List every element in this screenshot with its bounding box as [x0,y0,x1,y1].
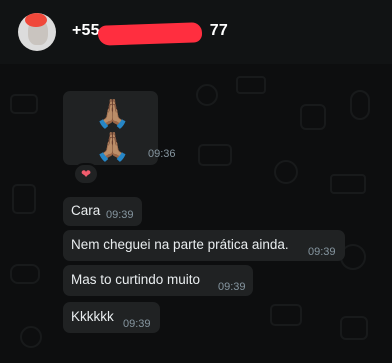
message-bubble[interactable]: Nem cheguei na parte prática ainda. 09:3… [63,230,345,261]
message-bubble-emoji[interactable]: 🙏🏽🙏🏽 09:36 [63,91,176,165]
contact-avatar[interactable] [18,13,56,51]
name-redaction [97,22,203,46]
message-bubble[interactable]: Kkkkkk 09:39 [63,302,160,333]
doodle-shape [196,84,218,106]
doodle-shape [274,160,298,184]
message-time: 09:39 [218,281,246,293]
avatar-redaction [25,13,47,27]
heart-reaction[interactable]: ❤ [73,163,99,185]
contact-name-start: +55 [72,22,100,39]
message-bubble[interactable]: Cara 09:39 [63,197,142,226]
doodle-shape [330,174,366,194]
doodle-shape [300,104,326,130]
message-text: Cara [71,203,101,218]
message-text: Mas to curtindo muito [71,272,201,287]
contact-name-end: 77 [209,22,228,39]
chat-background [0,64,392,363]
message-time: 09:39 [308,246,336,258]
heart-icon: ❤ [80,167,92,181]
message-text: Kkkkkk [71,309,114,324]
doodle-shape [20,326,42,348]
message-text: Nem cheguei na parte prática ainda. [71,237,289,252]
doodle-shape [350,90,370,120]
message-bubble[interactable]: Mas to curtindo muito 09:39 [63,265,253,296]
doodle-shape [10,94,38,114]
doodle-shape [198,144,232,166]
doodle-shape [340,316,368,340]
doodle-shape [270,304,302,326]
doodle-shape [12,184,36,214]
message-time: 09:36 [148,148,176,160]
message-time: 09:39 [106,209,134,221]
doodle-shape [236,76,266,94]
message-time: 09:39 [123,318,151,330]
chat-header: +55 77 [0,0,392,64]
doodle-shape [10,264,40,284]
